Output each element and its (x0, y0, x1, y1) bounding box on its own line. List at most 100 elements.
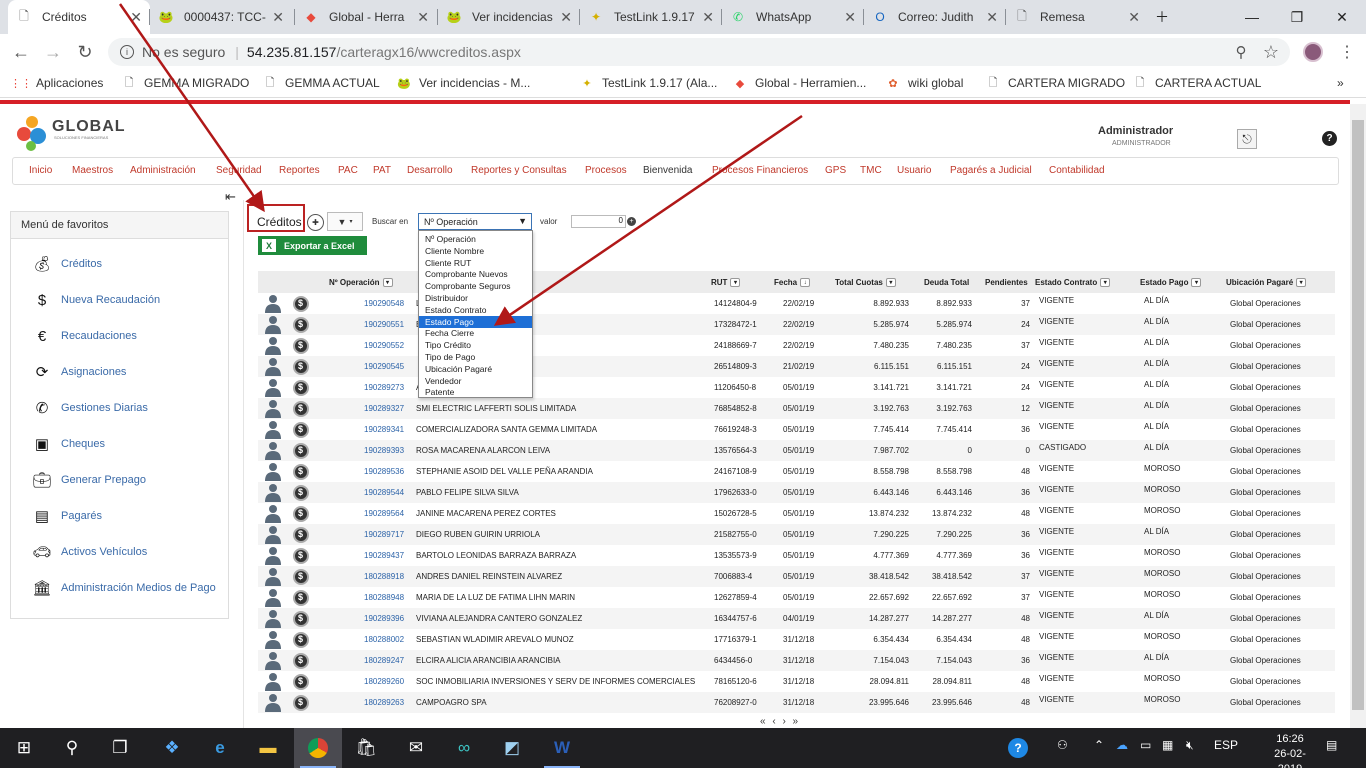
cell-op[interactable]: 190290551 (364, 320, 404, 329)
menu-item[interactable]: Seguridad (216, 165, 262, 176)
search-option[interactable]: Nº Operación (419, 233, 532, 245)
search-option[interactable]: Distribuidor (419, 292, 532, 304)
close-tab-icon[interactable]: ✕ (986, 9, 998, 26)
favorite-asignaciones[interactable]: ⟳ Asignaciones (31, 361, 127, 383)
payment-icon[interactable] (293, 443, 309, 459)
cell-op[interactable]: 190289341 (364, 425, 404, 434)
menu-item[interactable]: TMC (860, 165, 882, 176)
person-icon[interactable] (264, 483, 282, 502)
notifications-icon[interactable]: ▤ (1326, 738, 1337, 752)
payment-icon[interactable] (293, 527, 309, 543)
cell-op[interactable]: 180288948 (364, 593, 404, 602)
bookmark-item[interactable]: 🗋 GEMMA MIGRADO (122, 76, 250, 90)
menu-item[interactable]: PAT (373, 165, 391, 176)
col-header-total[interactable]: Total Cuotas ▾ (835, 278, 896, 288)
search-option[interactable]: Cliente Nombre (419, 245, 532, 257)
filter-dropdown-button[interactable]: ▼ ▾ (327, 212, 363, 231)
menu-item[interactable]: Procesos Financieros (712, 165, 808, 176)
cell-op[interactable]: 180289247 (364, 656, 404, 665)
favorite-recaudaciones[interactable]: € Recaudaciones (31, 325, 137, 347)
onedrive-icon[interactable]: ☁ (1116, 738, 1128, 752)
cell-op[interactable]: 180289260 (364, 677, 404, 686)
payment-icon[interactable] (293, 464, 309, 480)
payment-icon[interactable] (293, 506, 309, 522)
bookmark-item[interactable]: ◆ Global - Herramien... (733, 76, 867, 90)
collapse-sidebar-icon[interactable]: ⇤ (225, 189, 236, 205)
cell-op[interactable]: 190289393 (364, 446, 404, 455)
close-tab-icon[interactable]: ✕ (702, 9, 714, 26)
browser-tab[interactable]: ✆ WhatsApp ✕ (722, 0, 864, 34)
value-input[interactable]: 0 (571, 215, 626, 228)
windows-start-icon[interactable]: ⊞ (0, 728, 48, 768)
person-icon[interactable] (264, 567, 282, 586)
new-tab-button[interactable]: ＋ (1140, 0, 1184, 34)
payment-icon[interactable] (293, 422, 309, 438)
cell-op[interactable]: 190290545 (364, 362, 404, 371)
cell-op[interactable]: 180288918 (364, 572, 404, 581)
back-button[interactable]: ← (8, 40, 34, 64)
logout-icon[interactable]: ⎋ (1237, 129, 1257, 149)
payment-icon[interactable] (293, 611, 309, 627)
scrollbar-thumb[interactable] (1352, 120, 1364, 710)
bookmarks-overflow-icon[interactable]: » (1337, 76, 1344, 90)
payment-icon[interactable] (293, 401, 309, 417)
store-icon[interactable]: 🛍 (342, 728, 390, 768)
favorite-cheques[interactable]: ▣ Cheques (31, 433, 105, 455)
person-icon[interactable] (264, 651, 282, 670)
cell-op[interactable]: 190289544 (364, 488, 404, 497)
dropbox-icon[interactable]: ❖ (148, 728, 196, 768)
help-tray-icon[interactable]: ? (1008, 738, 1028, 758)
add-filter-icon[interactable]: + (627, 217, 636, 226)
payment-icon[interactable] (293, 695, 309, 711)
bookmark-item[interactable]: ✿ wiki global (886, 76, 963, 90)
col-header-fecha[interactable]: Fecha ↓ (774, 278, 811, 288)
menu-item[interactable]: PAC (338, 165, 358, 176)
export-excel-button[interactable]: X Exportar a Excel (258, 236, 367, 255)
payment-icon[interactable] (293, 569, 309, 585)
taskbar-clock[interactable]: 16:26 26-02-2019 (1264, 732, 1316, 768)
bookmark-item[interactable]: 🗋 CARTERA MIGRADO (986, 76, 1126, 90)
col-header-rut[interactable]: RUT ▾ (711, 278, 741, 288)
bookmark-item[interactable]: 🐸 Ver incidencias - M... (397, 76, 530, 90)
battery-icon[interactable]: ▭ (1140, 738, 1151, 752)
browser-tab[interactable]: ◆ Global - Herra ✕ (295, 0, 437, 34)
volume-icon[interactable]: 🔇︎ (1186, 738, 1194, 753)
person-icon[interactable] (264, 609, 282, 628)
help-icon[interactable]: ? (1322, 131, 1337, 146)
payment-icon[interactable] (293, 380, 309, 396)
edge-icon[interactable]: e (196, 728, 244, 768)
language-indicator[interactable]: ESP (1214, 738, 1238, 752)
menu-item[interactable]: Bienvenida (643, 165, 692, 176)
favorite-pagar-s[interactable]: ▤ Pagarés (31, 505, 102, 527)
forward-button[interactable]: → (40, 40, 66, 64)
file-explorer-icon[interactable]: ▬ (244, 728, 292, 768)
cell-op[interactable]: 180288002 (364, 635, 404, 644)
payment-icon[interactable] (293, 485, 309, 501)
cell-op[interactable]: 190289536 (364, 467, 404, 476)
payment-icon[interactable] (293, 548, 309, 564)
search-option[interactable]: Estado Contrato (419, 304, 532, 316)
maximize-button[interactable]: ❐ (1275, 0, 1319, 34)
browser-tab[interactable]: 🐸 Ver incidencias ✕ (438, 0, 580, 34)
menu-item[interactable]: Procesos (585, 165, 627, 176)
zoom-icon[interactable]: ⚲ (1228, 40, 1254, 64)
cell-op[interactable]: 190289564 (364, 509, 404, 518)
person-icon[interactable] (264, 693, 282, 712)
menu-item[interactable]: Reportes (279, 165, 320, 176)
browser-tab[interactable]: 🐸 0000437: TCC- ✕ (150, 0, 292, 34)
person-icon[interactable] (264, 294, 282, 313)
search-field-select[interactable]: Nº Operación ▼ (418, 213, 532, 230)
close-tab-icon[interactable]: ✕ (272, 9, 284, 26)
cell-op[interactable]: 180289263 (364, 698, 404, 707)
menu-item[interactable]: Maestros (72, 165, 113, 176)
menu-item[interactable]: Administración (130, 165, 196, 176)
person-icon[interactable] (264, 378, 282, 397)
search-option[interactable]: Vendedor (419, 375, 532, 387)
favorite-gestiones-diarias[interactable]: ✆ Gestiones Diarias (31, 397, 148, 419)
payment-icon[interactable] (293, 359, 309, 375)
person-icon[interactable] (264, 672, 282, 691)
bookmark-item[interactable]: ✦ TestLink 1.9.17 (Ala... (580, 76, 717, 90)
person-icon[interactable] (264, 399, 282, 418)
arduino-icon[interactable]: ∞ (440, 728, 488, 768)
bookmark-item[interactable]: 🗋 CARTERA ACTUAL (1133, 76, 1262, 90)
